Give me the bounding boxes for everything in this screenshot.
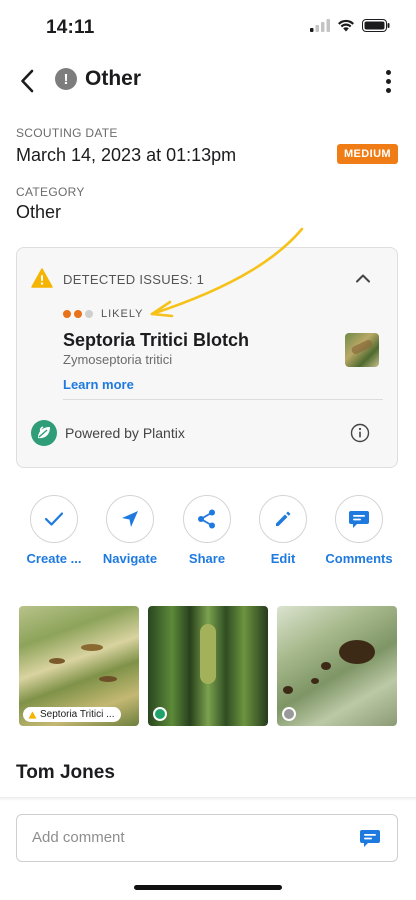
navigate-button[interactable]: Navigate: [92, 495, 168, 566]
photo-issue-tag: Septoria Tritici ...: [23, 707, 122, 722]
photo-thumbnail-3[interactable]: [277, 606, 397, 726]
back-button[interactable]: [10, 64, 44, 98]
likelihood-dot-empty: [85, 310, 93, 318]
collapse-button[interactable]: [351, 268, 375, 288]
section-divider: [0, 797, 416, 801]
likelihood-dot-filled: [74, 310, 82, 318]
share-label: Share: [188, 551, 226, 566]
issue-name[interactable]: Septoria Tritici Blotch: [63, 330, 249, 351]
send-comment-icon[interactable]: [359, 828, 381, 848]
photo-thumbnail-2[interactable]: [148, 606, 268, 726]
home-indicator[interactable]: [134, 885, 282, 890]
share-button[interactable]: Share: [169, 495, 245, 566]
comment-bubble-icon: [349, 511, 369, 528]
card-divider: [63, 399, 383, 400]
create-action-label: Create ...: [26, 551, 82, 566]
warning-icon: [31, 268, 53, 288]
category-label: CATEGORY: [16, 185, 85, 199]
cellular-signal-icon: [310, 19, 330, 32]
likelihood-indicator: LIKELY: [63, 308, 144, 320]
pencil-icon: [276, 511, 291, 526]
share-icon: [198, 509, 215, 529]
detected-issues-header: DETECTED ISSUES: 1: [63, 272, 205, 287]
action-bar: Create ... Navigate Share Edit Comments: [0, 495, 416, 575]
photo-thumbnail-1[interactable]: Septoria Tritici ...: [19, 606, 139, 726]
battery-icon: [362, 19, 390, 32]
photo-status-dot: [153, 707, 167, 721]
scouting-date-value: March 14, 2023 at 01:13pm: [16, 145, 237, 165]
photo-issue-tag-label: Septoria Tritici ...: [40, 709, 115, 720]
page-title: Other: [85, 67, 142, 90]
title-group: ! Other: [55, 67, 141, 91]
plantix-logo-icon: [31, 420, 57, 446]
navigate-label: Navigate: [102, 551, 158, 566]
comment-input[interactable]: [32, 829, 332, 846]
edit-button[interactable]: Edit: [245, 495, 321, 566]
status-icons: [310, 19, 390, 32]
warning-icon: [28, 710, 37, 719]
create-action-button[interactable]: Create ...: [16, 495, 92, 566]
vertical-ellipsis-icon: [385, 69, 391, 75]
edit-label: Edit: [270, 551, 296, 566]
info-icon[interactable]: [350, 423, 370, 443]
category-value: Other: [16, 202, 62, 222]
author-name: Tom Jones: [16, 762, 115, 783]
comments-button[interactable]: Comments: [321, 495, 397, 566]
navigation-arrow-icon: [122, 511, 138, 527]
issue-thumbnail[interactable]: [345, 333, 379, 367]
comments-label: Comments: [325, 551, 393, 566]
photo-status-dot: [282, 707, 296, 721]
severity-badge: MEDIUM: [336, 144, 398, 164]
chevron-up-icon: [356, 274, 370, 283]
comment-box: [16, 814, 398, 862]
detected-issues-card: DETECTED ISSUES: 1 LIKELY Septoria Triti…: [16, 247, 398, 468]
wifi-icon: [338, 19, 354, 32]
more-options-button[interactable]: [376, 66, 400, 96]
status-bar: 14:11: [0, 0, 416, 54]
navigation-bar: ! Other: [0, 58, 416, 104]
scouting-date-label: SCOUTING DATE: [16, 126, 118, 140]
likelihood-label: LIKELY: [101, 308, 144, 320]
issue-scientific-name: Zymoseptoria tritici: [63, 352, 173, 367]
powered-by-text: Powered by Plantix: [65, 425, 185, 441]
checkmark-icon: [44, 512, 64, 526]
chevron-left-icon: [21, 69, 34, 93]
likelihood-dot-filled: [63, 310, 71, 318]
learn-more-link[interactable]: Learn more: [63, 377, 134, 392]
status-time: 14:11: [46, 17, 95, 38]
category-badge-icon: !: [55, 68, 77, 90]
